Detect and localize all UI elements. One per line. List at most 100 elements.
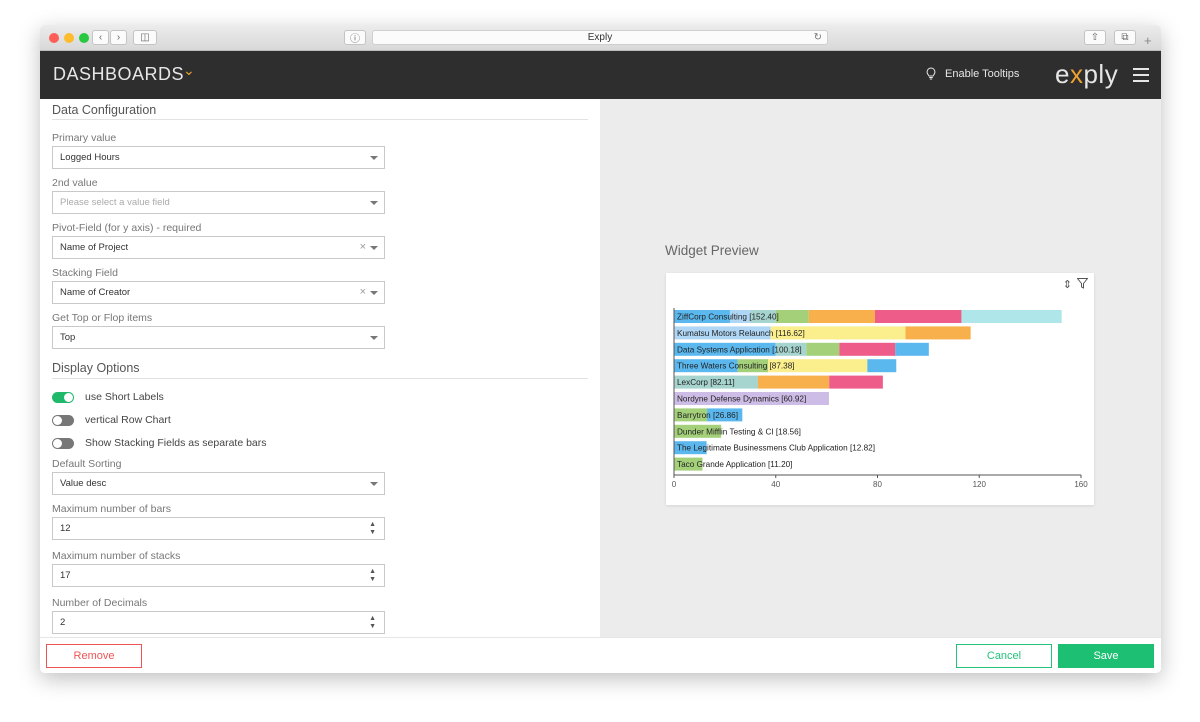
- sort-icon[interactable]: ⇕: [1063, 278, 1072, 291]
- page-title: Exply: [587, 32, 613, 43]
- save-button[interactable]: Save: [1058, 644, 1154, 668]
- bar-segment: [895, 342, 929, 356]
- remove-button[interactable]: Remove: [46, 644, 142, 668]
- bar-label: Nordyne Defense Dynamics [60.92]: [677, 395, 806, 404]
- toggle-label: vertical Row Chart: [85, 414, 171, 426]
- browser-toolbar: ‹ › ◫ ⓘ Exply ↻ ⇧ ⧉ +: [40, 25, 1161, 51]
- default-sorting-label: Default Sorting: [52, 458, 122, 470]
- display-options-title: Display Options: [52, 361, 140, 375]
- forward-icon[interactable]: ›: [110, 30, 127, 45]
- cancel-button[interactable]: Cancel: [956, 644, 1052, 668]
- bar-segment: [775, 310, 809, 323]
- decimals-stepper[interactable]: 2 ▲ ▼: [52, 611, 385, 634]
- select-field[interactable]: Logged Hours: [52, 146, 385, 169]
- toggle-row[interactable]: use Short Labels: [52, 391, 164, 403]
- tabs-icon[interactable]: ⧉: [1114, 30, 1136, 45]
- bar-segment: [961, 310, 1062, 323]
- caret-down-icon: [370, 201, 378, 205]
- zoom-window-icon[interactable]: [79, 33, 89, 43]
- stepper-arrows-icon[interactable]: ▲ ▼: [369, 521, 376, 537]
- enable-tooltips-label: Enable Tooltips: [945, 67, 1020, 80]
- select-field[interactable]: Name of Creator ×: [52, 281, 385, 304]
- chevron-down-icon[interactable]: ⌄: [183, 62, 195, 79]
- toggle-knob: [53, 438, 62, 448]
- x-tick-label: 40: [771, 480, 780, 489]
- config-panel: Data Configuration Primary value Logged H…: [40, 99, 600, 637]
- chart-card: ⇕ ZiffCorp Consulting [152.40] Kumatsu Mo…: [666, 273, 1094, 505]
- toggle-knob: [53, 415, 62, 425]
- bar-segment: [808, 310, 875, 323]
- toggle-label: Show Stacking Fields as separate bars: [85, 437, 267, 449]
- filter-icon[interactable]: [1077, 278, 1088, 289]
- field-label: 2nd value: [52, 177, 98, 189]
- bar-label: Data Systems Application [100.18]: [677, 345, 802, 354]
- footer-bar: Remove Cancel Save: [40, 637, 1161, 673]
- bar-label: Dunder Mifflin Testing & CI [18.56]: [677, 427, 801, 436]
- logo-prefix: e: [1055, 59, 1070, 89]
- minimize-window-icon[interactable]: [64, 33, 74, 43]
- clear-icon[interactable]: ×: [360, 282, 366, 303]
- bar-segment: [867, 359, 897, 373]
- x-tick-label: 0: [672, 480, 677, 489]
- max-bars-label: Maximum number of bars: [52, 503, 172, 515]
- select-field[interactable]: Top: [52, 326, 385, 349]
- exply-logo: exply: [1055, 59, 1118, 90]
- logo-x: x: [1069, 59, 1084, 89]
- share-icon[interactable]: ⇧: [1084, 30, 1106, 45]
- field-label: Pivot-Field (for y axis) - required: [52, 222, 202, 234]
- select-value: Name of Project: [60, 242, 129, 253]
- back-icon[interactable]: ‹: [92, 30, 109, 45]
- divider: [52, 119, 588, 120]
- bar-segment: [874, 310, 962, 323]
- lightbulb-icon: [926, 67, 936, 80]
- clear-icon[interactable]: ×: [360, 237, 366, 258]
- bar-segment: [839, 342, 896, 356]
- dashboards-menu-title[interactable]: DASHBOARDS: [53, 64, 184, 85]
- stepper-arrows-icon[interactable]: ▲ ▼: [369, 568, 376, 584]
- bar-label: LexCorp [82.11]: [677, 378, 735, 387]
- default-sorting-select[interactable]: Value desc: [52, 472, 385, 495]
- browser-window: ‹ › ◫ ⓘ Exply ↻ ⇧ ⧉ + DASHBOARDS ⌄ Enabl…: [40, 25, 1161, 673]
- bar-segment: [806, 342, 840, 356]
- field-label: Stacking Field: [52, 267, 118, 279]
- bar-label: Barrytron [26.86]: [677, 411, 738, 420]
- bar-label: Taco Grande Application [11.20]: [677, 460, 792, 469]
- data-configuration-title: Data Configuration: [52, 103, 157, 117]
- stepper-arrows-icon[interactable]: ▲ ▼: [369, 615, 376, 631]
- bar-label: ZiffCorp Consulting [152.40]: [677, 313, 779, 322]
- max-stacks-stepper[interactable]: 17 ▲ ▼: [52, 564, 385, 587]
- new-tab-icon[interactable]: +: [1144, 33, 1152, 48]
- close-window-icon[interactable]: [49, 33, 59, 43]
- sidebar-icon[interactable]: ◫: [133, 30, 157, 45]
- reload-icon[interactable]: ↻: [814, 31, 822, 45]
- caret-down-icon: [370, 156, 378, 160]
- decimals-label: Number of Decimals: [52, 597, 148, 609]
- toggle-switch[interactable]: [52, 414, 74, 426]
- bar-segment: [905, 326, 971, 340]
- select-value: Please select a value field: [60, 197, 170, 208]
- widget-preview-title: Widget Preview: [665, 243, 759, 258]
- bar-label: The Legitimate Businessmens Club Applica…: [677, 444, 875, 453]
- max-stacks-value: 17: [60, 570, 71, 581]
- max-bars-stepper[interactable]: 12 ▲ ▼: [52, 517, 385, 540]
- toggle-switch[interactable]: [52, 437, 74, 449]
- enable-tooltips-button[interactable]: Enable Tooltips: [926, 67, 1019, 80]
- select-field[interactable]: Please select a value field: [52, 191, 385, 214]
- select-field[interactable]: Name of Project ×: [52, 236, 385, 259]
- toggle-knob: [64, 392, 73, 402]
- chart-toolbar: ⇕: [1063, 278, 1088, 291]
- info-icon[interactable]: ⓘ: [344, 30, 366, 45]
- stacked-bar-chart: ZiffCorp Consulting [152.40] Kumatsu Moto…: [672, 308, 1088, 489]
- select-value: Top: [60, 332, 76, 343]
- toggle-row[interactable]: vertical Row Chart: [52, 414, 171, 426]
- select-value: Name of Creator: [60, 287, 131, 298]
- address-bar[interactable]: Exply ↻: [372, 30, 828, 45]
- select-value: Logged Hours: [60, 152, 120, 163]
- max-stacks-label: Maximum number of stacks: [52, 550, 181, 562]
- hamburger-menu-icon[interactable]: [1133, 68, 1149, 86]
- toggle-row[interactable]: Show Stacking Fields as separate bars: [52, 437, 267, 449]
- caret-down-icon: [370, 246, 378, 250]
- decimals-value: 2: [60, 617, 66, 628]
- caret-down-icon: [370, 291, 378, 295]
- toggle-switch[interactable]: [52, 391, 74, 403]
